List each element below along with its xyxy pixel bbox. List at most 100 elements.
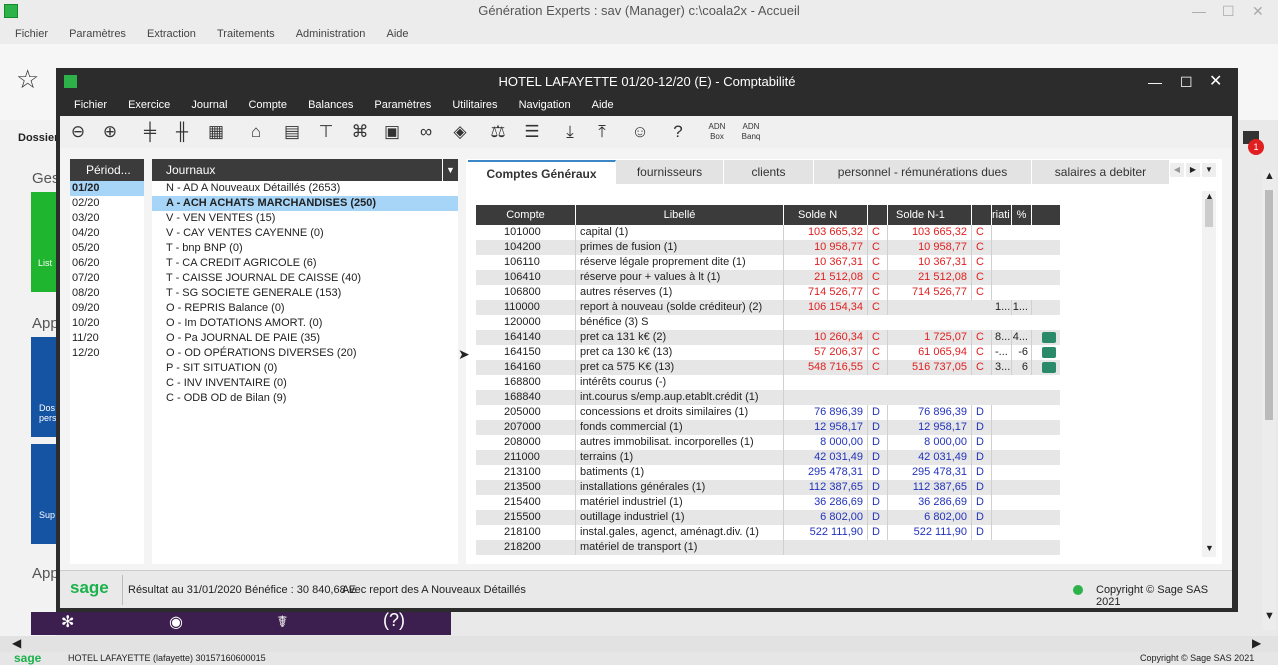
close-icon[interactable]: ✕: [1252, 0, 1264, 22]
scroll-left-icon[interactable]: ◀: [12, 636, 21, 650]
menu-parametres[interactable]: Paramètres: [69, 24, 126, 44]
wmenu-balances[interactable]: Balances: [308, 96, 353, 114]
calendar-icon[interactable]: ▦: [206, 122, 226, 142]
period-item[interactable]: 05/20: [70, 241, 144, 256]
table-row[interactable]: 164140 pret ca 131 k€ (2) 10 260,34 C 1 725,…: [476, 330, 1060, 345]
wmenu-utilitaires[interactable]: Utilitaires: [452, 96, 497, 114]
back-icon[interactable]: ⊖: [68, 122, 88, 142]
tab-scroll-right-icon[interactable]: ▶: [1186, 163, 1200, 177]
scroll-up-icon[interactable]: ▲: [1264, 170, 1275, 182]
col-solde-n1[interactable]: Solde N-1: [888, 205, 972, 225]
table-row[interactable]: 207000 fonds commercial (1) 12 958,17 D 12 9…: [476, 420, 1060, 435]
table-row[interactable]: 215400 matériel industriel (1) 36 286,69 D 3…: [476, 495, 1060, 510]
window-minimize-icon[interactable]: —: [1148, 68, 1162, 96]
scroll-right-icon[interactable]: ▶: [1252, 636, 1261, 650]
col-pct[interactable]: %: [1012, 205, 1032, 225]
table-scroll-thumb[interactable]: [1205, 199, 1213, 227]
table-row[interactable]: 218200 matériel de transport (1): [476, 540, 1060, 555]
col-variation[interactable]: riati: [992, 205, 1012, 225]
wmenu-fichier[interactable]: Fichier: [74, 96, 107, 114]
journal-item[interactable]: N - AD A Nouveaux Détaillés (2653): [152, 181, 458, 196]
table-row[interactable]: 104200 primes de fusion (1) 10 958,77 C 10 9…: [476, 240, 1060, 255]
list-tile[interactable]: List: [31, 192, 59, 292]
tab-comptes-generaux[interactable]: Comptes Généraux: [468, 160, 616, 184]
window-close-icon[interactable]: ✕: [1209, 68, 1222, 96]
journal-item[interactable]: T - bnp BNP (0): [152, 241, 458, 256]
col-compte[interactable]: Compte: [476, 205, 576, 225]
menu-traitements[interactable]: Traitements: [217, 24, 275, 44]
list-icon[interactable]: ☰: [522, 122, 542, 142]
col-libelle[interactable]: Libellé: [576, 205, 784, 225]
journal-item[interactable]: V - CAY VENTES CAYENNE (0): [152, 226, 458, 241]
journal-item[interactable]: V - VEN VENTES (15): [152, 211, 458, 226]
star-icon[interactable]: ☆: [16, 64, 39, 95]
table-scroll-down-icon[interactable]: ▼: [1205, 543, 1214, 553]
flag-icon[interactable]: [1042, 347, 1056, 358]
download-icon[interactable]: ⤓: [560, 122, 580, 142]
journal-item[interactable]: O - Im DOTATIONS AMORT. (0): [152, 316, 458, 331]
tab-fournisseurs[interactable]: fournisseurs: [616, 160, 724, 184]
period-item[interactable]: 01/20: [70, 181, 144, 196]
period-item[interactable]: 09/20: [70, 301, 144, 316]
wmenu-journal[interactable]: Journal: [191, 96, 227, 114]
adn-box-icon[interactable]: ADN Box: [704, 122, 730, 142]
table-row[interactable]: 106110 réserve légale proprement dite (1)…: [476, 255, 1060, 270]
minimize-icon[interactable]: —: [1192, 0, 1206, 22]
adn-banq-icon[interactable]: ADN Banq: [738, 122, 764, 142]
table-row[interactable]: 168840 int.courus s/emp.aup.etablt.crédit…: [476, 390, 1060, 405]
journal-item[interactable]: A - ACH ACHATS MARCHANDISES (250): [152, 196, 458, 211]
network-icon[interactable]: ✻: [61, 612, 74, 632]
table-row[interactable]: 208000 autres immobilisat. incorporelles …: [476, 435, 1060, 450]
menu-aide[interactable]: Aide: [386, 24, 408, 44]
table-scrollbar[interactable]: ▲ ▼: [1202, 191, 1216, 557]
journal-item[interactable]: T - CA CREDIT AGRICOLE (6): [152, 256, 458, 271]
period-item[interactable]: 03/20: [70, 211, 144, 226]
tab-menu-icon[interactable]: ▼: [1202, 163, 1216, 177]
split-horizontal-icon[interactable]: ╪: [140, 122, 160, 142]
period-item[interactable]: 11/20: [70, 331, 144, 346]
stack-icon[interactable]: ◈: [450, 122, 470, 142]
tab-scroll-left-icon[interactable]: ◀: [1170, 163, 1184, 177]
period-item[interactable]: 04/20: [70, 226, 144, 241]
journal-item[interactable]: O - REPRIS Balance (0): [152, 301, 458, 316]
period-item[interactable]: 12/20: [70, 346, 144, 361]
journal-item[interactable]: T - SG SOCIETE GENERALE (153): [152, 286, 458, 301]
table-row[interactable]: 164160 pret ca 575 K€ (13) 548 716,55 C 516 …: [476, 360, 1060, 375]
outer-scrollbar-v[interactable]: ▲ ▼: [1262, 170, 1276, 630]
home-icon[interactable]: ⌂: [246, 122, 266, 142]
journal-item[interactable]: C - INV INVENTAIRE (0): [152, 376, 458, 391]
doctor-icon[interactable]: ☤: [277, 612, 288, 632]
maximize-icon[interactable]: ☐: [1222, 0, 1235, 22]
table-row[interactable]: 110000 report à nouveau (solde créditeur)…: [476, 300, 1060, 315]
flag-icon[interactable]: [1042, 362, 1056, 373]
table-row[interactable]: 213500 installations générales (1) 112 387…: [476, 480, 1060, 495]
table-row[interactable]: 120000 bénéfice (3) S: [476, 315, 1060, 330]
wmenu-parametres[interactable]: Paramètres: [374, 96, 431, 114]
periods-header[interactable]: Périod...: [70, 159, 144, 181]
scroll-down-icon[interactable]: ▼: [1264, 610, 1275, 622]
flag-icon[interactable]: [1042, 332, 1056, 343]
sup-tile[interactable]: Sup: [31, 444, 59, 544]
wmenu-aide[interactable]: Aide: [592, 96, 614, 114]
dossier-tile[interactable]: Dos pers: [31, 337, 59, 437]
table-row[interactable]: 101000 capital (1) 103 665,32 C 103 665,32 C: [476, 225, 1060, 240]
window-maximize-icon[interactable]: ☐: [1180, 68, 1193, 96]
link-icon[interactable]: ∞: [416, 122, 436, 142]
wmenu-navigation[interactable]: Navigation: [519, 96, 571, 114]
journals-dropdown-icon[interactable]: ▼: [442, 159, 458, 181]
split-vertical-icon[interactable]: ╫: [172, 122, 192, 142]
journal-item[interactable]: P - SIT SITUATION (0): [152, 361, 458, 376]
wmenu-exercice[interactable]: Exercice: [128, 96, 170, 114]
table-row[interactable]: 218100 instal.gales, agenct, aménagt.div.…: [476, 525, 1060, 540]
col-solde-n[interactable]: Solde N: [784, 205, 868, 225]
journal-item[interactable]: C - ODB OD de Bilan (9): [152, 391, 458, 406]
journals-header[interactable]: Journaux ▼: [152, 159, 458, 181]
table-row[interactable]: 215500 outillage industriel (1) 6 802,00 D 6…: [476, 510, 1060, 525]
tab-salaires[interactable]: salaires a debiter: [1032, 160, 1170, 184]
hierarchy-icon[interactable]: ⊤: [316, 122, 336, 142]
journal-item[interactable]: O - OD OPÉRATIONS DIVERSES (20): [152, 346, 458, 361]
help-icon[interactable]: (?): [383, 610, 405, 631]
help-doc-icon[interactable]: ?: [668, 122, 688, 142]
period-item[interactable]: 08/20: [70, 286, 144, 301]
table-row[interactable]: 211000 terrains (1) 42 031,49 D 42 031,49 D: [476, 450, 1060, 465]
